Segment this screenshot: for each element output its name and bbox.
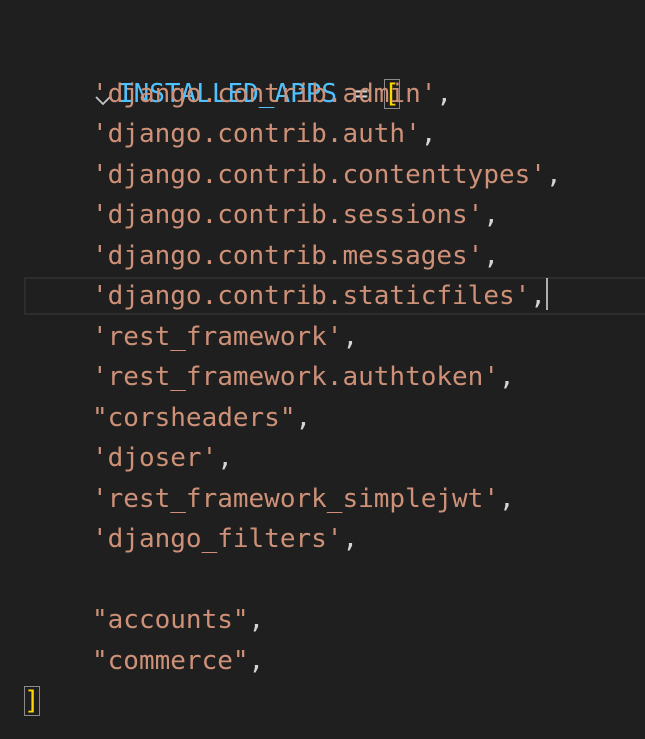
comma: , — [295, 402, 312, 433]
code-line[interactable]: ] — [0, 681, 645, 722]
code-line[interactable]: 'django.contrib.sessions', — [0, 195, 645, 236]
string-literal: 'django.contrib.auth' — [92, 119, 421, 149]
code-line[interactable]: 'django.contrib.contenttypes', — [0, 155, 645, 196]
code-line[interactable]: "commerce", — [0, 641, 645, 682]
string-literal: 'djoser' — [92, 443, 218, 473]
comma: , — [499, 362, 515, 392]
comma: , — [248, 645, 265, 676]
comma: , — [420, 119, 437, 149]
comma: , — [499, 483, 515, 514]
string-literal: 'django.contrib.admin' — [92, 78, 437, 109]
string-literal: "corsheaders" — [92, 402, 296, 433]
string-literal: 'rest_framework' — [92, 321, 343, 352]
code-line[interactable]: "accounts", — [0, 600, 645, 641]
string-literal: 'django.contrib.sessions' — [92, 200, 484, 230]
string-literal: 'django_filters' — [92, 524, 343, 554]
string-literal: 'django.contrib.contenttypes' — [92, 159, 546, 190]
comma: , — [217, 443, 233, 473]
comma: , — [248, 605, 265, 635]
string-literal: "commerce" — [92, 645, 249, 676]
code-line[interactable]: 'djoser', — [0, 438, 645, 479]
string-literal: 'django.contrib.staticfiles' — [92, 281, 531, 311]
comma: , — [530, 281, 546, 311]
comma: , — [545, 159, 562, 190]
close-bracket: ] — [24, 686, 40, 716]
code-line[interactable]: 'django.contrib.admin', — [0, 74, 645, 115]
comma: , — [342, 524, 359, 554]
string-literal: 'django.contrib.messages' — [92, 240, 484, 271]
text-cursor — [545, 278, 548, 310]
comma: , — [436, 78, 453, 109]
code-line[interactable]: 'rest_framework.authtoken', — [0, 357, 645, 398]
string-literal: "accounts" — [92, 605, 249, 635]
code-editor[interactable]: INSTALLED_APPS = [ 'django.contrib.admin… — [0, 0, 645, 739]
chevron-down-icon[interactable] — [0, 43, 111, 105]
comma: , — [483, 200, 499, 230]
string-literal: 'rest_framework_simplejwt' — [92, 483, 499, 514]
code-line[interactable]: 'django_filters', — [0, 519, 645, 560]
code-line[interactable]: 'django.contrib.messages', — [0, 236, 645, 277]
comma: , — [342, 321, 359, 352]
string-literal: 'rest_framework.authtoken' — [92, 362, 499, 392]
blank-code-line[interactable] — [0, 560, 645, 601]
code-line[interactable]: 'rest_framework_simplejwt', — [0, 479, 645, 520]
current-code-line[interactable]: 'django.contrib.staticfiles', — [0, 276, 645, 317]
code-line[interactable]: "corsheaders", — [0, 398, 645, 439]
code-line[interactable]: 'django.contrib.auth', — [0, 114, 645, 155]
comma: , — [483, 240, 499, 271]
code-line[interactable]: 'rest_framework', — [0, 317, 645, 358]
code-line[interactable]: INSTALLED_APPS = [ — [0, 33, 645, 109]
